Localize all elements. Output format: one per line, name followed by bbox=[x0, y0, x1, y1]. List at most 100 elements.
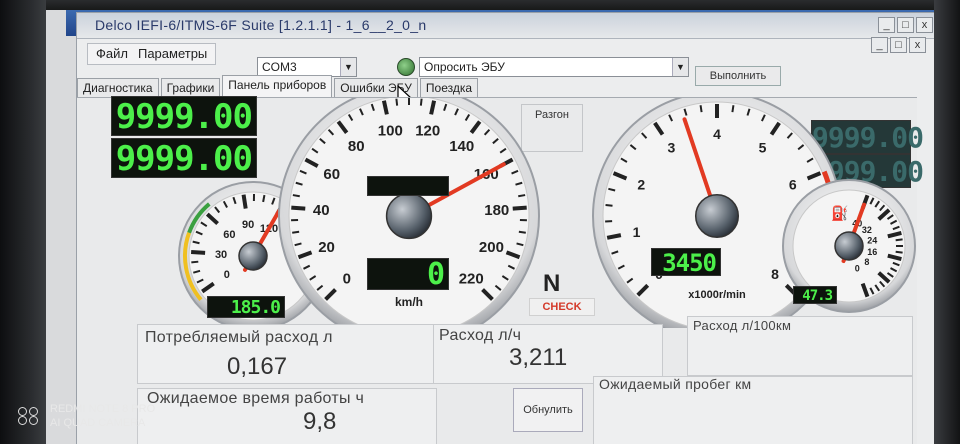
speedometer-tick-label: 80 bbox=[348, 138, 365, 155]
temp-gauge-tick-label: 60 bbox=[223, 229, 235, 241]
consumption-value: 0,167 bbox=[227, 353, 288, 380]
speedometer-tick-label: 60 bbox=[323, 166, 340, 183]
tab-diagnostics[interactable]: Диагностика bbox=[77, 78, 159, 97]
speedometer-tick bbox=[419, 98, 423, 106]
temp-gauge-tick-label: 30 bbox=[215, 249, 227, 261]
parent-maximize-button[interactable]: □ bbox=[890, 37, 907, 53]
speedometer-tick-label: 40 bbox=[313, 202, 330, 219]
tab-charts[interactable]: Графики bbox=[160, 78, 221, 97]
parent-close-button[interactable]: x bbox=[909, 37, 926, 53]
parent-window-controls: _ □ x bbox=[871, 37, 926, 53]
watermark-line2: AI QUAD CAMERA bbox=[50, 417, 146, 429]
speedometer: 020406080100120140160180200220km/h bbox=[278, 98, 540, 328]
rpm-display: 3450 bbox=[651, 248, 721, 277]
maximize-button[interactable]: □ bbox=[897, 17, 914, 33]
tachometer-tick-label: 2 bbox=[637, 177, 645, 193]
tachometer-tick-label: 3 bbox=[668, 140, 676, 156]
connection-status-icon[interactable] bbox=[397, 58, 415, 76]
temp-gauge-tick bbox=[191, 249, 206, 255]
fuel-gauge-hub bbox=[834, 231, 864, 261]
fuel-gauge-tick-label: 32 bbox=[862, 225, 872, 235]
menu-group: Файл Параметры bbox=[87, 43, 217, 65]
tachometer-tick bbox=[606, 233, 622, 240]
speedometer-tick-label: 140 bbox=[449, 138, 474, 155]
tachometer-tick-label: 1 bbox=[633, 224, 641, 240]
tab-trip[interactable]: Поездка bbox=[419, 78, 479, 97]
photo-watermark: REDMI NOTE 8 PRO AI QUAD CAMERA bbox=[18, 402, 155, 430]
menu-params[interactable]: Параметры bbox=[138, 44, 207, 64]
speedometer-tick bbox=[291, 205, 306, 211]
fuel-gauge-tick-label: 8 bbox=[864, 257, 869, 267]
fuel-gauge-tick bbox=[895, 250, 903, 254]
speedometer-tick-label: 180 bbox=[484, 202, 509, 219]
tachometer-tick-label: 6 bbox=[789, 177, 797, 193]
speedometer-tick-label: 20 bbox=[318, 239, 335, 256]
temp-gauge-tick-label: 0 bbox=[224, 269, 230, 281]
speedometer-tick bbox=[518, 194, 526, 198]
tachometer-tick bbox=[605, 204, 613, 207]
window-title: Delco IEFI-6/ITMS-6F Suite [1.2.1.1] - 1… bbox=[95, 17, 427, 33]
main-window: Delco IEFI-6/ITMS-6F Suite [1.2.1.1] - 1… bbox=[76, 12, 934, 444]
tachometer-hub bbox=[694, 193, 740, 239]
temp-gauge-tick-label: 90 bbox=[242, 219, 254, 231]
gauges-canvas: 0306090120🌡 0204060801001201401601802002… bbox=[178, 98, 916, 328]
speedometer-tick bbox=[292, 230, 300, 234]
tab-dashboard[interactable]: Панель приборов bbox=[222, 75, 333, 97]
temp-gauge-tick bbox=[262, 194, 266, 203]
rate-value: 3,211 bbox=[509, 344, 568, 371]
fuel-pump-icon: ⛽ bbox=[831, 205, 848, 222]
runtime-value: 9,8 bbox=[303, 408, 337, 435]
range-label: Ожидаемый пробег км bbox=[599, 376, 752, 392]
window-titlebar: Delco IEFI-6/ITMS-6F Suite [1.2.1.1] - 1… bbox=[77, 13, 934, 39]
coolant-temp-display: 185.0 bbox=[207, 296, 285, 318]
check-engine-indicator: CHECK bbox=[529, 298, 595, 316]
port-select-value: COM3 bbox=[262, 60, 297, 74]
gear-indicator: N bbox=[543, 270, 561, 297]
rate-label: Расход л/ч bbox=[439, 327, 522, 344]
query-select[interactable]: Опросить ЭБУ ▼ bbox=[419, 57, 689, 77]
speedometer-tick bbox=[395, 98, 399, 106]
close-button[interactable]: x bbox=[916, 17, 933, 33]
speedometer-tick bbox=[518, 230, 526, 234]
temp-gauge-tick bbox=[241, 194, 248, 209]
speedometer-hub bbox=[385, 192, 433, 240]
fuel-display: 47.3 bbox=[793, 286, 837, 304]
dashboard-panel: 9999.00 9999.00 9999.00 9999.00 Разгон 0… bbox=[77, 96, 924, 444]
speed-display: 0 bbox=[367, 258, 449, 291]
tachometer-tick-label: 4 bbox=[713, 126, 721, 142]
port-select[interactable]: COM3 ▼ bbox=[257, 57, 357, 77]
fuel-gauge-tick-label: 24 bbox=[867, 235, 877, 245]
fuel-gauge-tick-label: 0 bbox=[855, 264, 860, 274]
speedometer-tick-label: 120 bbox=[415, 122, 440, 139]
speedometer-tick bbox=[512, 205, 527, 211]
reset-button[interactable]: Обнулить bbox=[513, 388, 583, 432]
query-select-value: Опросить ЭБУ bbox=[424, 60, 505, 74]
tachometer-unit: x1000r/min bbox=[688, 289, 746, 301]
speedometer-tick bbox=[292, 194, 300, 198]
execute-button[interactable]: Выполнить bbox=[695, 66, 781, 86]
chevron-down-icon[interactable]: ▼ bbox=[672, 58, 688, 76]
screen: Delco IEFI-6/ITMS-6F Suite [1.2.1.1] - 1… bbox=[46, 10, 934, 444]
speedometer-unit: km/h bbox=[395, 295, 423, 309]
tachometer-tick bbox=[731, 105, 735, 113]
fuel-gauge-tick-label: 16 bbox=[867, 247, 877, 257]
monitor-bezel-left bbox=[0, 0, 46, 444]
parent-minimize-button[interactable]: _ bbox=[871, 37, 888, 53]
fuel-gauge-tick bbox=[895, 238, 903, 242]
speedometer-tick-label: 100 bbox=[378, 122, 403, 139]
temp-gauge-tick bbox=[191, 260, 199, 264]
tachometer-tick bbox=[699, 105, 703, 113]
chevron-down-icon[interactable]: ▼ bbox=[340, 58, 356, 76]
monitor-bezel-right bbox=[934, 0, 960, 444]
speedometer-tick-label: 200 bbox=[479, 239, 504, 256]
consumption-label: Потребляемый расход л bbox=[145, 329, 333, 346]
temp-gauge-hub bbox=[238, 241, 268, 271]
speed-aux-display bbox=[367, 176, 449, 196]
menu-file[interactable]: Файл bbox=[96, 44, 128, 64]
minimize-button[interactable]: _ bbox=[878, 17, 895, 33]
tachometer-tick-label: 5 bbox=[759, 140, 767, 156]
tab-bar: Диагностика Графики Панель приборов Ошиб… bbox=[77, 75, 480, 97]
speedometer-tick-label: 0 bbox=[343, 270, 351, 287]
watermark-line1: REDMI NOTE 8 PRO bbox=[50, 403, 156, 415]
runtime-label: Ожидаемое время работы ч bbox=[147, 390, 365, 407]
